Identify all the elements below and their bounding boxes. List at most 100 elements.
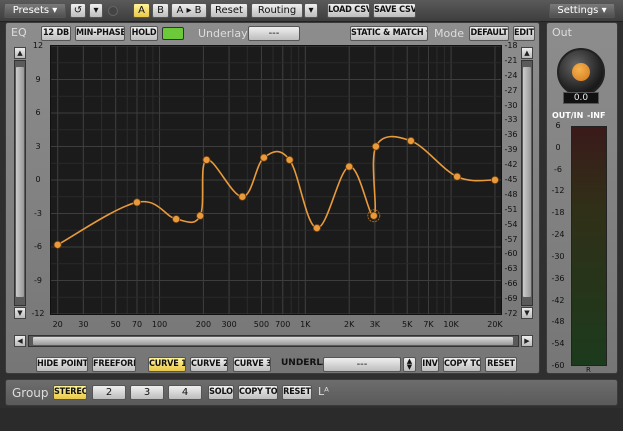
- curve-reset-button[interactable]: RESET: [485, 357, 517, 372]
- hide-points-button[interactable]: HIDE POINTS: [36, 357, 88, 372]
- top-toolbar: Presets ▾ ↺ ▾ A B A ▸ B Reset Routing ▾ …: [0, 0, 623, 22]
- left-tick-label: -12: [31, 309, 45, 318]
- eq-control-point[interactable]: [369, 211, 378, 220]
- right-scroll-up-arrow[interactable]: ▲: [521, 47, 533, 59]
- right-tick-label: -48: [504, 189, 518, 199]
- eq-control-point[interactable]: [202, 155, 211, 164]
- mode-label: Mode: [434, 27, 464, 40]
- curve-2-button[interactable]: CURVE 2: [190, 357, 228, 372]
- eq-control-point[interactable]: [312, 224, 321, 233]
- history-dropdown[interactable]: ▾: [89, 3, 103, 18]
- knob-value-display[interactable]: 0.0: [563, 92, 599, 104]
- routing-button[interactable]: Routing: [251, 3, 303, 18]
- output-gain-knob[interactable]: [557, 48, 605, 96]
- right-tick-label: -60: [504, 249, 518, 259]
- curve-3-button[interactable]: CURVE 3: [233, 357, 271, 372]
- eq-control-point[interactable]: [345, 162, 354, 171]
- eq-control-point[interactable]: [196, 211, 205, 220]
- chevron-down-icon: ▾: [601, 5, 607, 16]
- group-2-button[interactable]: 2: [92, 385, 126, 400]
- undo-button[interactable]: ↺: [70, 3, 86, 18]
- solo-button[interactable]: SOLO: [208, 385, 234, 400]
- redo-icon[interactable]: [108, 6, 118, 16]
- output-level-meter: [571, 126, 607, 366]
- group-copy-to-button[interactable]: COPY TO: [238, 385, 278, 400]
- underlay-label: Underlay: [198, 27, 248, 40]
- scroll-up-arrow[interactable]: ▲: [14, 47, 26, 59]
- x-tick-label: 7K: [423, 320, 434, 329]
- la-indicator: Lᴬ: [318, 385, 329, 398]
- scroll-right-arrow[interactable]: ▶: [521, 335, 533, 347]
- stereo-group-button[interactable]: STEREO: [53, 385, 87, 400]
- load-csv-button[interactable]: LOAD CSV: [327, 3, 370, 18]
- x-tick-label: 70: [131, 320, 143, 329]
- a-button[interactable]: A: [133, 3, 150, 18]
- inf-readout: -INF: [587, 111, 606, 120]
- save-csv-button[interactable]: SAVE CSV: [373, 3, 416, 18]
- meter-tick-label: -54: [551, 339, 565, 349]
- right-scroll-thumb[interactable]: [523, 67, 531, 297]
- x-tick-label: 200: [195, 320, 212, 329]
- curve-copy-to-button[interactable]: COPY TO: [443, 357, 481, 372]
- hscroll-thumb[interactable]: [33, 337, 513, 345]
- vertical-scrollbar[interactable]: [14, 60, 26, 306]
- eq-control-point[interactable]: [453, 172, 462, 181]
- meter-tick-label: -60: [551, 361, 565, 370]
- eq-control-point[interactable]: [285, 155, 294, 164]
- underlay-select[interactable]: ---: [248, 26, 300, 41]
- b-button[interactable]: B: [152, 3, 169, 18]
- meter-tick-label: -6: [554, 164, 562, 174]
- hold-led[interactable]: [162, 27, 184, 40]
- settings-button[interactable]: Settings ▾: [549, 3, 615, 18]
- undo-icon: ↺: [73, 5, 83, 16]
- freeform-button[interactable]: FREEFORM: [92, 357, 136, 372]
- min-phase-button[interactable]: MIN-PHASE: [75, 26, 125, 41]
- group-4-button[interactable]: 4: [168, 385, 202, 400]
- eq-graph[interactable]: [50, 45, 502, 315]
- right-tick-label: -72: [504, 309, 518, 318]
- eq-control-point[interactable]: [172, 215, 181, 224]
- group-reset-button[interactable]: RESET: [282, 385, 312, 400]
- scroll-thumb[interactable]: [16, 67, 24, 297]
- default-mode-button[interactable]: DEFAULT: [469, 26, 509, 41]
- settings-label: Settings: [557, 5, 599, 16]
- range-button[interactable]: 12 DB: [41, 26, 71, 41]
- presets-button[interactable]: Presets ▾: [4, 3, 66, 18]
- left-tick-label: -3: [34, 208, 42, 218]
- eq-control-point[interactable]: [53, 240, 62, 249]
- x-tick-label: 100: [151, 320, 168, 329]
- right-tick-label: -57: [504, 234, 518, 244]
- eq-control-point[interactable]: [371, 142, 380, 151]
- eq-control-point[interactable]: [132, 198, 141, 207]
- curve-underlay-select[interactable]: ---: [323, 357, 401, 372]
- reset-button[interactable]: Reset: [210, 3, 248, 18]
- routing-dropdown[interactable]: ▾: [304, 3, 318, 18]
- eq-control-point[interactable]: [406, 136, 415, 145]
- edit-button[interactable]: EDIT: [513, 26, 535, 41]
- curve-1-button[interactable]: CURVE 1: [148, 357, 186, 372]
- left-tick-label: 0: [35, 175, 41, 184]
- group-3-button[interactable]: 3: [130, 385, 164, 400]
- inv-button[interactable]: INV: [421, 357, 439, 372]
- x-tick-label: 3K: [369, 320, 381, 329]
- static-match-button[interactable]: STATIC & MATCH ▾: [350, 26, 428, 41]
- eq-control-point[interactable]: [238, 192, 247, 201]
- eq-curve-plot[interactable]: [51, 45, 501, 315]
- left-tick-label: 9: [35, 74, 41, 84]
- eq-curve-line: [57, 135, 496, 246]
- right-vertical-scrollbar[interactable]: [521, 60, 533, 306]
- meter-tick-label: -12: [551, 186, 565, 196]
- eq-control-point[interactable]: [259, 153, 268, 162]
- scroll-down-arrow[interactable]: ▼: [14, 307, 26, 319]
- a-to-b-button[interactable]: A ▸ B: [171, 3, 207, 18]
- horizontal-scrollbar[interactable]: [28, 335, 519, 347]
- out-in-label: OUT/IN: [552, 111, 584, 120]
- hold-button[interactable]: HOLD: [130, 26, 158, 41]
- underlay-stepper[interactable]: ▲ ▼: [403, 357, 416, 372]
- eq-control-point[interactable]: [490, 175, 499, 184]
- chevron-down-icon: ▾: [52, 5, 58, 16]
- chevron-down-icon: ▾: [308, 5, 314, 16]
- right-scroll-down-arrow[interactable]: ▼: [521, 307, 533, 319]
- scroll-left-arrow[interactable]: ◀: [14, 335, 26, 347]
- x-tick-label: 30: [78, 320, 89, 329]
